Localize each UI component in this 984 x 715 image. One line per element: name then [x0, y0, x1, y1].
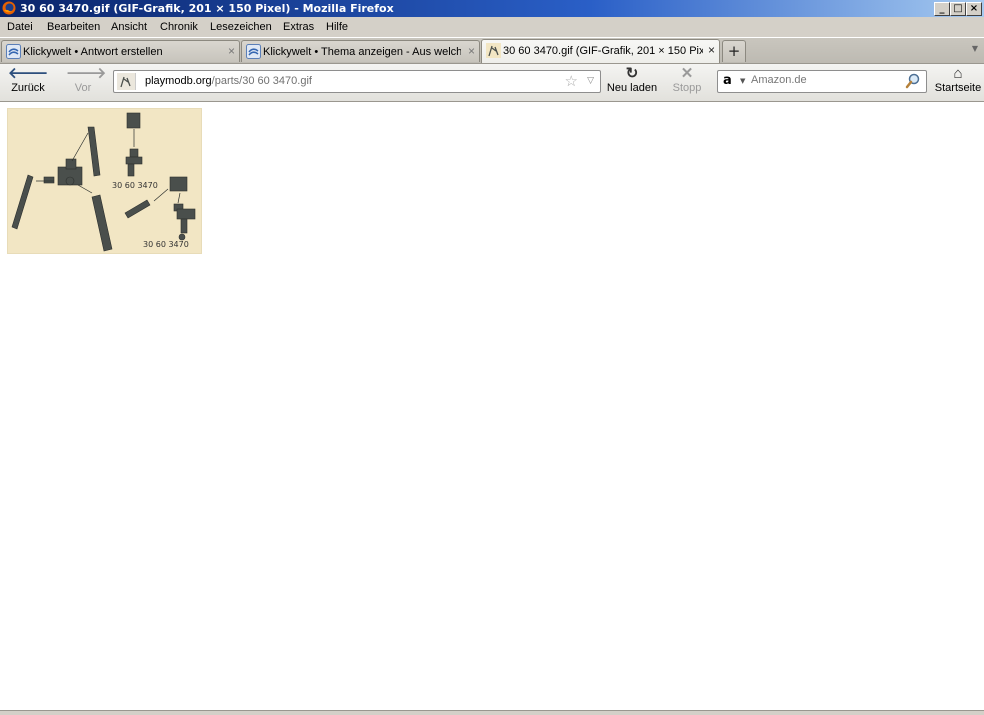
menu-chronik[interactable]: Chronik	[160, 21, 198, 33]
firefox-logo-icon	[2, 1, 16, 15]
navigation-toolbar: 🡐 Zurück 🡒 Vor playmodb.org/parts/30 60 …	[0, 64, 984, 102]
tab-gif-image[interactable]: 30 60 3470.gif (GIF-Grafik, 201 × 150 Pi…	[481, 39, 720, 63]
stop-button[interactable]: ✕ Stopp	[668, 65, 706, 95]
menu-ansicht[interactable]: Ansicht	[111, 21, 147, 33]
reload-button[interactable]: ↻ Neu laden	[606, 65, 658, 95]
tab-list-dropdown-icon[interactable]: ▼	[972, 44, 978, 53]
window-title: 30 60 3470.gif (GIF-Grafik, 201 × 150 Pi…	[20, 2, 394, 15]
tab-bar: Klickywelt • Antwort erstellen × Klickyw…	[0, 38, 984, 64]
back-arrow-icon: 🡐	[8, 65, 49, 82]
stop-icon: ✕	[680, 65, 694, 82]
forward-button[interactable]: 🡒 Vor	[66, 65, 107, 95]
back-button[interactable]: 🡐 Zurück	[8, 65, 49, 95]
part-diagram-image[interactable]: 30 60 3470 30 60 3470	[8, 109, 201, 253]
menu-extras[interactable]: Extras	[283, 21, 314, 33]
menu-bar: Datei Bearbeiten Ansicht Chronik Lesezei…	[0, 17, 984, 38]
history-dropdown-icon[interactable]: ▽	[587, 76, 594, 86]
url-text[interactable]: playmodb.org/parts/30 60 3470.gif	[145, 75, 312, 87]
tab-thema-anzeigen[interactable]: Klickywelt • Thema anzeigen - Aus welch.…	[241, 40, 480, 62]
tab-close-icon[interactable]: ×	[468, 44, 475, 58]
tab-label: Klickywelt • Thema anzeigen - Aus welch.…	[263, 46, 461, 58]
maximize-button[interactable]: □	[950, 2, 966, 16]
content-area: 30 60 3470 30 60 3470	[0, 102, 984, 710]
url-path: /parts/30 60 3470.gif	[211, 75, 312, 87]
part-number-label: 30 60 3470	[143, 240, 189, 249]
new-tab-button[interactable]: +	[722, 40, 746, 62]
address-bar[interactable]: playmodb.org/parts/30 60 3470.gif ☆ ▽	[113, 70, 601, 93]
tab-close-icon[interactable]: ×	[228, 44, 235, 58]
reload-label: Neu laden	[606, 82, 658, 94]
engine-dropdown-icon[interactable]: ▼	[740, 77, 745, 85]
bookmark-star-icon[interactable]: ☆	[565, 72, 578, 90]
forum-favicon-icon	[6, 44, 21, 59]
window-titlebar: 30 60 3470.gif (GIF-Grafik, 201 × 150 Pi…	[0, 0, 984, 17]
back-label: Zurück	[11, 82, 45, 94]
forward-label: Vor	[74, 82, 92, 94]
close-window-button[interactable]: ×	[966, 2, 982, 16]
url-host: playmodb.org	[145, 75, 212, 87]
menu-lesezeichen[interactable]: Lesezeichen	[210, 21, 272, 33]
stop-label: Stopp	[672, 82, 702, 94]
search-icon[interactable]	[904, 72, 922, 90]
menu-hilfe[interactable]: Hilfe	[326, 21, 348, 33]
tab-antwort-erstellen[interactable]: Klickywelt • Antwort erstellen ×	[1, 40, 240, 62]
status-bar	[0, 710, 984, 715]
search-input[interactable]	[751, 74, 901, 86]
minimize-button[interactable]: _	[934, 2, 950, 16]
tab-label: Klickywelt • Antwort erstellen	[23, 46, 163, 58]
tab-close-icon[interactable]: ×	[708, 43, 715, 57]
site-identity-icon	[117, 73, 136, 90]
forum-favicon-icon	[246, 44, 261, 59]
home-label: Startseite	[934, 82, 982, 94]
part-number-label: 30 60 3470	[112, 181, 158, 190]
reload-icon: ↻	[625, 65, 639, 82]
image-favicon-icon	[486, 43, 501, 58]
amazon-icon[interactable]: a	[723, 74, 732, 88]
forward-arrow-icon: 🡒	[66, 65, 107, 82]
search-bar[interactable]: a ▼	[717, 70, 927, 93]
menu-bearbeiten[interactable]: Bearbeiten	[47, 21, 100, 33]
home-button[interactable]: ⌂ Startseite	[934, 65, 982, 95]
tab-label: 30 60 3470.gif (GIF-Grafik, 201 × 150 Pi…	[503, 45, 703, 57]
menu-datei[interactable]: Datei	[7, 21, 33, 33]
home-icon: ⌂	[953, 65, 963, 82]
